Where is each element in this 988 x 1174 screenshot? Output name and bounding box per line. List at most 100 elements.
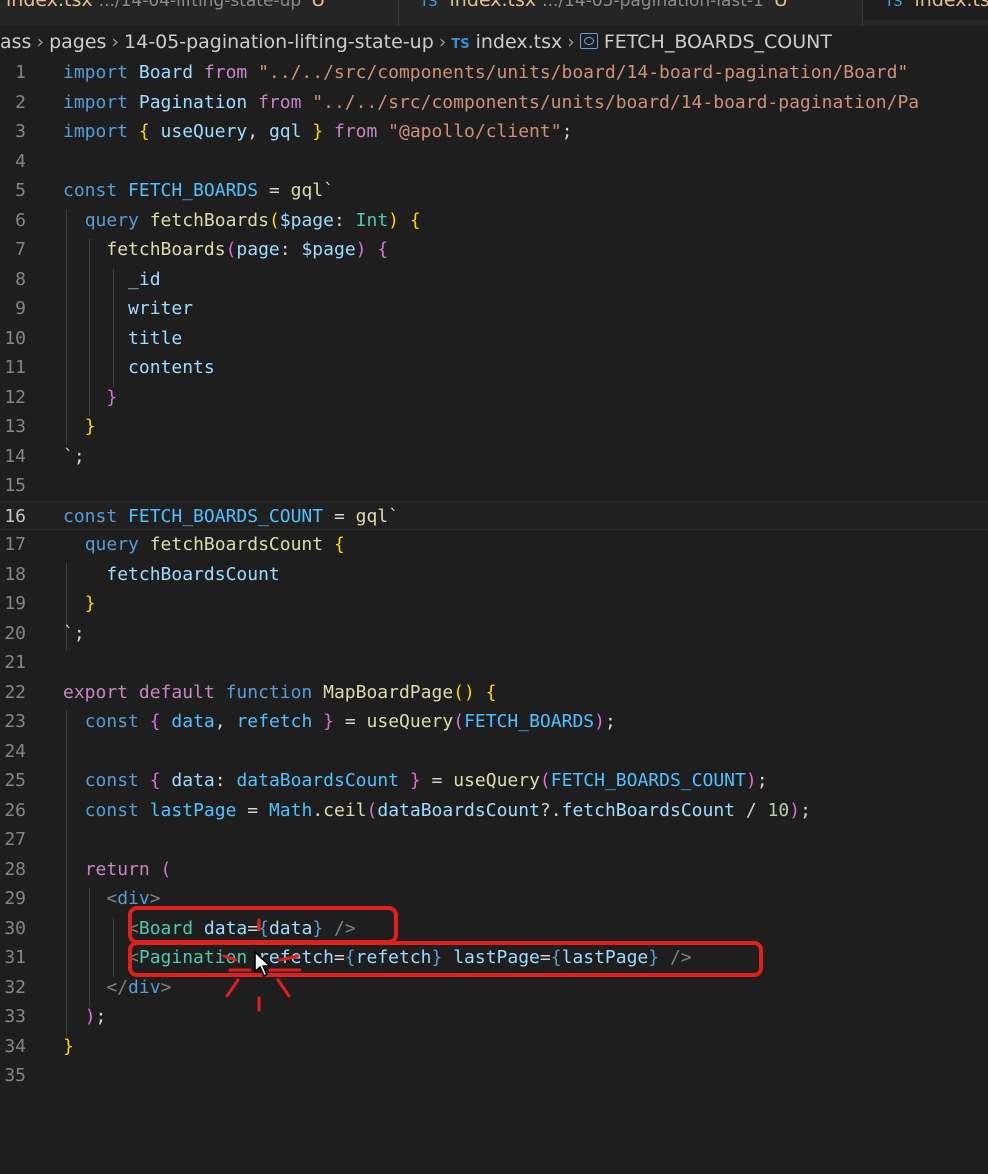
code-line[interactable]: 4	[0, 147, 988, 177]
breadcrumb-symbol[interactable]: FETCH_BOARDS_COUNT	[579, 28, 832, 56]
code-line[interactable]: 18 fetchBoardsCount	[0, 560, 988, 590]
code-line[interactable]: 27	[0, 825, 988, 855]
code-text: }	[63, 412, 96, 442]
code-line[interactable]: 34}	[0, 1032, 988, 1062]
code-token: from	[258, 91, 313, 113]
code-line[interactable]: 23 const { data, refetch } = useQuery(FE…	[0, 707, 988, 737]
typescript-file-icon: TS	[885, 0, 903, 10]
code-text: _id	[63, 265, 161, 295]
code-token: data	[171, 711, 215, 732]
code-line[interactable]: 10 title	[0, 324, 988, 354]
code-token: "../../src/components/units/board/14-boa…	[258, 62, 909, 83]
code-line[interactable]: 2 import Pagination from "../../src/compo…	[0, 88, 988, 118]
code-token: }	[648, 947, 660, 968]
line-number: 19	[4, 593, 26, 614]
code-line[interactable]: 25 const { data: dataBoardsCount } = use…	[0, 766, 988, 796]
code-line[interactable]: 16 const FETCH_BOARDS_COUNT = gql`	[0, 500, 988, 532]
code-token: `	[63, 445, 74, 467]
code-token: ;	[604, 711, 616, 732]
code-line[interactable]: 29 <div>	[0, 884, 988, 914]
tab-index-active[interactable]: TS index.ts	[863, 0, 988, 20]
code-token: fetchBoardsCount	[149, 534, 334, 555]
code-token: MapBoardPage	[323, 681, 454, 703]
code-line[interactable]: 24	[0, 737, 988, 767]
code-token: "../../src/components/units/board/14-boa…	[312, 91, 920, 113]
code-line[interactable]: 20 `;	[0, 619, 988, 649]
code-token: )	[594, 711, 605, 732]
code-text: fetchBoards(page: $page) {	[63, 235, 388, 265]
code-text: query fetchBoards($page: Int) {	[63, 206, 421, 236]
code-line[interactable]: 11 contents	[0, 353, 988, 383]
code-line[interactable]: 31 <Pagination refetch={refetch} lastPag…	[0, 943, 988, 973]
code-token: const	[63, 505, 129, 527]
code-line[interactable]: 13 }	[0, 412, 988, 442]
code-line[interactable]: 8 _id	[0, 265, 988, 295]
code-line[interactable]: 32 </div>	[0, 973, 988, 1003]
code-token: ceil	[323, 799, 367, 821]
tab-index-lifting-state-up[interactable]: index.tsx .../14-04-lifting-state-up U	[6, 0, 325, 20]
code-token: :	[333, 209, 356, 231]
line-number: 3	[15, 121, 26, 142]
line-number: 10	[4, 327, 26, 349]
code-line[interactable]: 28 return (	[0, 855, 988, 885]
code-token: {	[149, 770, 172, 791]
code-text: <Pagination refetch={refetch} lastPage={…	[63, 943, 692, 973]
code-line[interactable]: 35	[0, 1061, 988, 1091]
chevron-right-icon: ›	[567, 31, 575, 53]
code-line[interactable]: 3 import { useQuery, gql } from "@apollo/…	[0, 117, 988, 147]
line-number: 29	[4, 888, 26, 909]
code-token: gql	[290, 180, 324, 201]
code-line[interactable]: 14 `;	[0, 442, 988, 472]
code-text: import { useQuery, gql } from "@apollo/c…	[63, 117, 572, 147]
code-text: const FETCH_BOARDS_COUNT = gql`	[63, 502, 399, 532]
code-token: }	[312, 917, 324, 939]
code-token: $page	[301, 239, 356, 260]
code-token: <	[128, 947, 139, 968]
code-line[interactable]: 17 query fetchBoardsCount {	[0, 530, 988, 560]
breadcrumb-segment[interactable]: pages	[49, 28, 106, 56]
code-line[interactable]: 15	[0, 471, 988, 501]
code-token: div	[117, 888, 150, 909]
code-token: )	[84, 1006, 96, 1027]
code-line[interactable]: 33 );	[0, 1002, 988, 1032]
code-token: }	[431, 947, 454, 968]
code-token: function	[225, 681, 324, 703]
code-text: `;	[63, 619, 85, 649]
code-line[interactable]: 5 const FETCH_BOARDS = gql`	[0, 176, 988, 206]
code-line[interactable]: 26 const lastPage = Math.ceil(dataBoards…	[0, 796, 988, 826]
code-line[interactable]: 22 export default function MapBoardPage()…	[0, 678, 988, 708]
tab-index-pagination-last[interactable]: TS index.tsx .../14-05-pagination-last-1…	[420, 0, 788, 20]
code-line[interactable]: 7 fetchBoards(page: $page) {	[0, 235, 988, 265]
code-token: lastPage	[453, 947, 540, 968]
code-text: </div>	[63, 973, 171, 1003]
code-line[interactable]: 1 import Board from "../../src/components…	[0, 58, 988, 88]
code-token: <	[128, 917, 139, 939]
code-editor[interactable]: 1 import Board from "../../src/components…	[0, 58, 988, 1174]
tab-modified-badge: U	[311, 0, 326, 11]
code-token: page	[236, 239, 280, 260]
code-token: FETCH_BOARDS	[464, 711, 595, 732]
tab-path: .../14-05-pagination-last-1	[542, 0, 764, 11]
code-line[interactable]: 30 <Board data={data} />	[0, 914, 988, 944]
code-token: _id	[128, 268, 161, 290]
code-line[interactable]: 6 query fetchBoards($page: Int) {	[0, 206, 988, 236]
code-line[interactable]: 9 writer	[0, 294, 988, 324]
code-token: fetchBoardsCount	[561, 799, 746, 821]
code-token: lastPage	[561, 947, 649, 968]
breadcrumb-segment[interactable]: 14-05-pagination-lifting-state-up	[124, 28, 434, 56]
code-token: ) {	[355, 239, 389, 260]
code-token: =	[247, 799, 269, 821]
breadcrumb-file[interactable]: TS index.tsx	[451, 28, 562, 56]
code-line[interactable]: 12 }	[0, 383, 988, 413]
breadcrumb-segment[interactable]: ass	[0, 28, 31, 56]
code-token: }	[409, 770, 432, 791]
code-token: writer	[128, 298, 194, 319]
code-line[interactable]: 19 }	[0, 589, 988, 619]
code-line[interactable]: 21	[0, 648, 988, 678]
